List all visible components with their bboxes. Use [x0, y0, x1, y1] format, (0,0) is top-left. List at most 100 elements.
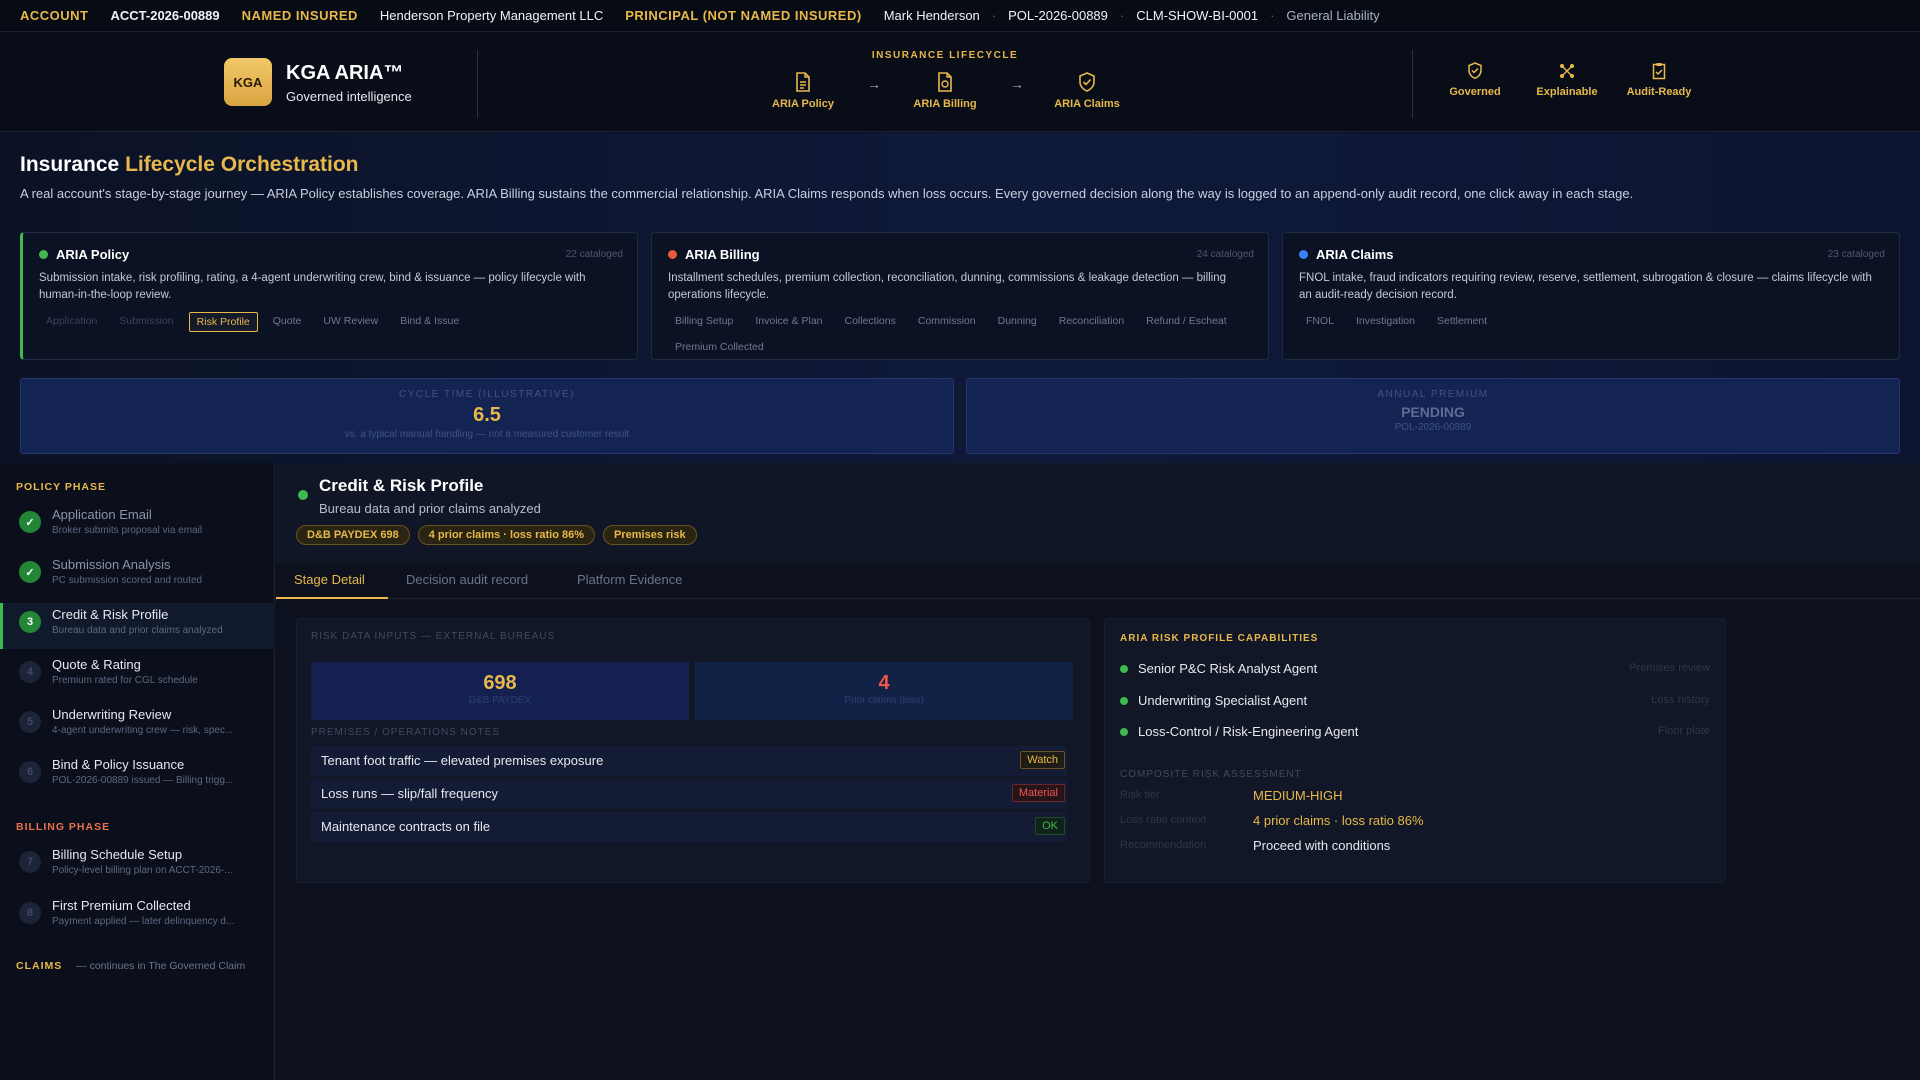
logo: KGA	[224, 58, 272, 106]
product-card-claims[interactable]: ARIA Claims 23 cataloged FNOL intake, fr…	[1282, 232, 1900, 360]
note-row: Loss runs — slip/fall frequency Material	[311, 779, 1067, 809]
stage-sidebar: POLICY PHASE ✓ Application Email Broker …	[0, 463, 275, 1080]
score-label: Prior claims (loss)	[844, 695, 924, 706]
stage-chip[interactable]: Quote	[266, 312, 309, 332]
status-dot	[668, 250, 677, 259]
note-text: Loss runs — slip/fall frequency	[321, 786, 499, 801]
policy-id[interactable]: POL-2026-00889	[1008, 8, 1108, 23]
stage-step-6[interactable]: 6 Bind & Policy Issuance POL-2026-00889 …	[0, 753, 275, 799]
assessment-key: Risk tier	[1120, 789, 1160, 801]
status-dot	[1120, 697, 1128, 705]
check-icon: ✓	[19, 511, 41, 533]
lifecycle-title: INSURANCE LIFECYCLE	[871, 50, 1019, 61]
metric-note: POL-2026-00889	[1394, 422, 1472, 433]
step-title: Bind & Policy Issuance	[52, 757, 185, 772]
metric-value: PENDING	[1401, 404, 1465, 420]
stage-chip[interactable]: Application	[39, 312, 104, 332]
stage-chip[interactable]: Investigation	[1349, 312, 1422, 330]
stage-tag: 4 prior claims · loss ratio 86%	[417, 525, 596, 545]
score-value: 698	[483, 672, 517, 694]
badge-label: Audit-Ready	[1626, 86, 1692, 98]
product-name: ARIA Billing	[685, 247, 760, 262]
tab-decision-audit-record[interactable]: Decision audit record	[406, 572, 528, 587]
status-dot	[39, 250, 48, 259]
capabilities-panel: ARIA RISK PROFILE CAPABILITIES Senior P&…	[1104, 618, 1726, 883]
stage-chip[interactable]: Reconciliation	[1052, 312, 1131, 330]
stage-step-4[interactable]: 4 Quote & Rating Premium rated for CGL s…	[0, 653, 275, 699]
claims-phase-label: CLAIMS	[16, 960, 63, 972]
status-badge: OK	[1035, 817, 1065, 835]
assessment-value: 4 prior claims · loss ratio 86%	[1253, 813, 1424, 828]
stage-step-7[interactable]: 7 Billing Schedule Setup Policy-level bi…	[0, 843, 275, 889]
page-title-accent: Lifecycle Orchestration	[125, 153, 359, 176]
document-icon	[796, 72, 810, 92]
stage-chip[interactable]: Commission	[911, 312, 983, 330]
stage-chip[interactable]: Refund / Escheat	[1139, 312, 1234, 330]
stage-step-1[interactable]: ✓ Application Email Broker submits propo…	[0, 503, 275, 549]
clipboard-check-icon	[1652, 63, 1666, 80]
step-number: 5	[19, 711, 41, 733]
agent-name: Senior P&C Risk Analyst Agent	[1138, 661, 1318, 676]
product-description: Installment schedules, premium collectio…	[668, 272, 1227, 301]
lifecycle-step-policy[interactable]: ARIA Policy	[748, 72, 858, 110]
stage-chip[interactable]: Settlement	[1430, 312, 1494, 330]
status-dot	[1299, 250, 1308, 259]
status-badge: Material	[1011, 784, 1065, 802]
stage-chip[interactable]: Bind & Issue	[393, 312, 466, 332]
stage-chip-active[interactable]: Risk Profile	[188, 312, 258, 332]
lifecycle-step-billing[interactable]: ARIA Billing	[890, 72, 1000, 110]
stage-chip[interactable]: Submission	[112, 312, 180, 332]
product-card-policy[interactable]: ARIA Policy 22 cataloged Submission inta…	[20, 232, 638, 360]
line-of-business: General Liability	[1286, 8, 1380, 23]
status-dot	[298, 490, 308, 500]
stage-chip[interactable]: FNOL	[1299, 312, 1341, 330]
tab-stage-detail[interactable]: Stage Detail	[294, 572, 365, 587]
step-title: First Premium Collected	[52, 898, 191, 913]
step-subtitle: Bureau data and prior claims analyzed	[52, 625, 223, 636]
stage-step-3[interactable]: 3 Credit & Risk Profile Bureau data and …	[0, 603, 275, 649]
product-card-billing[interactable]: ARIA Billing 24 cataloged Installment sc…	[651, 232, 1269, 360]
named-insured-label: NAMED INSURED	[241, 8, 358, 23]
tab-platform-evidence[interactable]: Platform Evidence	[577, 572, 683, 587]
stage-step-5[interactable]: 5 Underwriting Review 4-agent underwriti…	[0, 703, 275, 749]
product-description: Submission intake, risk profiling, ratin…	[39, 272, 586, 301]
stage-tag: D&B PAYDEX 698	[296, 525, 410, 545]
principal-label: PRINCIPAL (NOT NAMED INSURED)	[625, 8, 862, 23]
panel-label: COMPOSITE RISK ASSESSMENT	[1120, 769, 1302, 780]
stage-chip[interactable]: Premium Collected	[668, 338, 771, 356]
stage-step-2[interactable]: ✓ Submission Analysis PC submission scor…	[0, 553, 275, 599]
step-number: 8	[19, 902, 41, 924]
step-number: 4	[19, 661, 41, 683]
stage-chip[interactable]: Collections	[838, 312, 903, 330]
lifecycle-step-claims[interactable]: ARIA Claims	[1032, 72, 1142, 110]
stage-chip[interactable]: Invoice & Plan	[748, 312, 829, 330]
claims-continuation-link[interactable]: — continues in The Governed Claim	[76, 960, 245, 972]
agent-name: Loss-Control / Risk-Engineering Agent	[1138, 724, 1359, 739]
claim-id[interactable]: CLM-SHOW-BI-0001	[1136, 8, 1258, 23]
metric-value: 6.5	[473, 404, 501, 426]
risk-data-panel: RISK DATA INPUTS — EXTERNAL BUREAUS 698 …	[296, 618, 1090, 883]
note-row: Tenant foot traffic — elevated premises …	[311, 746, 1067, 776]
note-text: Tenant foot traffic — elevated premises …	[321, 753, 604, 768]
agent-row: Loss-Control / Risk-Engineering Agent Fl…	[1120, 723, 1710, 743]
stage-chip[interactable]: UW Review	[316, 312, 385, 332]
product-count: 22 cataloged	[565, 249, 623, 260]
status-dot	[1120, 665, 1128, 673]
metric-annual-premium: ANNUAL PREMIUM PENDING POL-2026-00889	[966, 378, 1900, 454]
status-dot	[1120, 728, 1128, 736]
score-paydex: 698 D&B PAYDEX	[311, 662, 689, 720]
product-name: ARIA Policy	[56, 247, 130, 262]
step-subtitle: Payment applied — later delinquency d...	[52, 916, 235, 927]
note-row: Maintenance contracts on file OK	[311, 812, 1067, 842]
app-header: KGA KGA ARIA™ Governed intelligence INSU…	[0, 32, 1920, 132]
active-tab-indicator	[276, 597, 388, 599]
stage-step-8[interactable]: 8 First Premium Collected Payment applie…	[0, 894, 275, 940]
step-subtitle: PC submission scored and routed	[52, 575, 203, 586]
panel-label: RISK DATA INPUTS — EXTERNAL BUREAUS	[311, 631, 556, 642]
agent-row: Senior P&C Risk Analyst Agent Premises r…	[1120, 660, 1710, 680]
product-count: 24 cataloged	[1196, 249, 1254, 260]
stage-chip[interactable]: Billing Setup	[668, 312, 740, 330]
stage-chip[interactable]: Dunning	[991, 312, 1044, 330]
stage-tag: Premises risk	[603, 525, 697, 545]
step-title: Application Email	[52, 507, 152, 522]
